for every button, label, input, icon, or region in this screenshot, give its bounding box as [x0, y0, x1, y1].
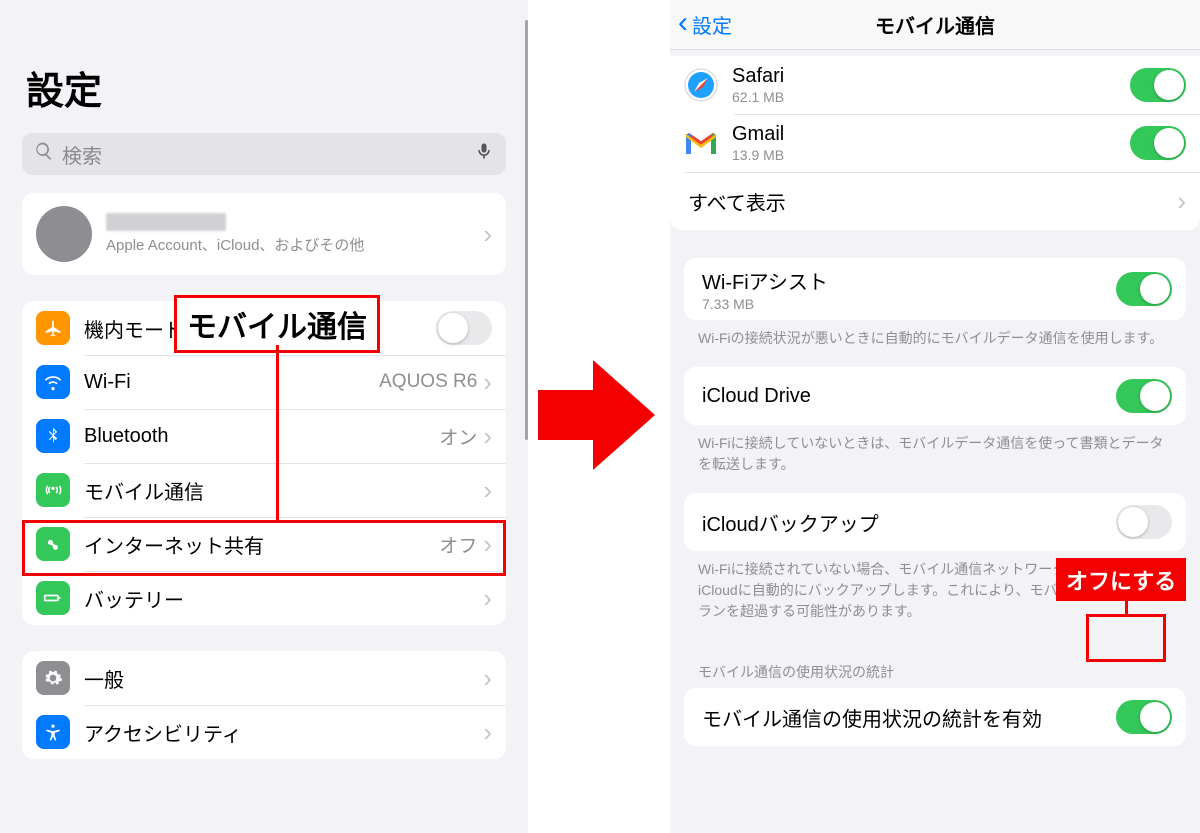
gmail-icon	[684, 126, 718, 160]
wifi-row[interactable]: Wi-Fi AQUOS R6 ›	[22, 355, 506, 409]
page-title: 設定	[0, 0, 528, 133]
antenna-icon	[36, 473, 70, 507]
safari-label: Safari	[732, 65, 784, 88]
stats-toggle[interactable]	[1116, 700, 1172, 734]
search-input[interactable]: 検索	[22, 133, 506, 175]
safari-icon	[684, 68, 718, 102]
app-gmail-row[interactable]: Gmail 13.9 MB	[670, 114, 1200, 172]
icloud-drive-label: iCloud Drive	[702, 385, 811, 408]
general-label: 一般	[84, 664, 124, 693]
guide-arrow	[538, 360, 656, 470]
back-button[interactable]: ‹ 設定	[678, 10, 732, 40]
airplane-icon	[36, 311, 70, 345]
back-label: 設定	[692, 10, 732, 39]
wifi-label: Wi-Fi	[84, 371, 131, 394]
bluetooth-label: Bluetooth	[84, 425, 169, 448]
bluetooth-value: オン	[439, 423, 477, 450]
wifi-assist-group: Wi-Fiアシスト 7.33 MB	[684, 258, 1186, 320]
gmail-label: Gmail	[732, 123, 784, 146]
detail-title: モバイル通信	[875, 10, 995, 39]
chevron-right-icon: ›	[483, 663, 492, 694]
icloud-drive-toggle[interactable]	[1116, 379, 1172, 413]
airplane-mode-row[interactable]: 機内モード	[22, 301, 506, 355]
network-group: 機内モード Wi-Fi AQUOS R6 › Bluetooth オン	[22, 301, 506, 625]
chevron-right-icon: ›	[483, 583, 492, 614]
safari-toggle[interactable]	[1130, 68, 1186, 102]
chevron-right-icon: ›	[1177, 186, 1186, 217]
icloud-drive-row[interactable]: iCloud Drive	[684, 367, 1186, 425]
cellular-detail-pane: ‹ 設定 モバイル通信 Safari 62.1 MB	[670, 0, 1200, 833]
icloud-drive-group: iCloud Drive	[684, 367, 1186, 425]
wifi-assist-label: Wi-Fiアシスト	[702, 266, 828, 295]
gmail-size: 13.9 MB	[732, 147, 784, 163]
icloud-drive-footer: Wi-Fiに接続していないときは、モバイルデータ通信を使って書類とデータを転送し…	[670, 425, 1200, 493]
wifi-icon	[36, 365, 70, 399]
wifi-assist-size: 7.33 MB	[702, 296, 828, 312]
general-group: 一般 › アクセシビリティ ›	[22, 651, 506, 759]
battery-row[interactable]: バッテリー ›	[22, 571, 506, 625]
icloud-backup-toggle[interactable]	[1116, 505, 1172, 539]
stats-enable-row[interactable]: モバイル通信の使用状況の統計を有効	[684, 688, 1186, 746]
bluetooth-icon	[36, 419, 70, 453]
hotspot-label: インターネット共有	[84, 530, 264, 559]
chevron-right-icon: ›	[483, 475, 492, 506]
hotspot-icon	[36, 527, 70, 561]
airplane-label: 機内モード	[84, 314, 184, 343]
icloud-backup-label: iCloudバックアップ	[702, 508, 879, 537]
icloud-backup-row[interactable]: iCloudバックアップ	[684, 493, 1186, 551]
general-row[interactable]: 一般 ›	[22, 651, 506, 705]
wifi-assist-row[interactable]: Wi-Fiアシスト 7.33 MB	[684, 258, 1186, 320]
app-usage-group: Safari 62.1 MB Gmail 13.9 MB	[670, 56, 1200, 230]
bluetooth-row[interactable]: Bluetooth オン ›	[22, 409, 506, 463]
search-icon	[34, 141, 54, 167]
safari-size: 62.1 MB	[732, 89, 784, 105]
wifi-value: AQUOS R6	[379, 371, 477, 393]
avatar	[36, 206, 92, 262]
navbar: ‹ 設定 モバイル通信	[670, 0, 1200, 50]
app-safari-row[interactable]: Safari 62.1 MB	[670, 56, 1200, 114]
icloud-backup-group: iCloudバックアップ	[684, 493, 1186, 551]
chevron-right-icon: ›	[483, 219, 492, 250]
chevron-left-icon: ‹	[678, 8, 688, 38]
battery-label: バッテリー	[84, 584, 184, 613]
icloud-backup-footer: Wi-Fiに接続されていない場合、モバイル通信ネットワークを使用してiCloud…	[670, 551, 1200, 640]
show-all-row[interactable]: すべて表示 ›	[670, 172, 1200, 230]
cellular-row[interactable]: モバイル通信 ›	[22, 463, 506, 517]
show-all-label: すべて表示	[688, 187, 786, 216]
accessibility-label: アクセシビリティ	[84, 718, 242, 747]
account-name-redacted	[106, 213, 226, 231]
gear-icon	[36, 661, 70, 695]
search-placeholder: 検索	[62, 140, 466, 169]
chevron-right-icon: ›	[483, 717, 492, 748]
hotspot-row[interactable]: インターネット共有 オフ ›	[22, 517, 506, 571]
hotspot-value: オフ	[439, 531, 477, 558]
stats-header: モバイル通信の使用状況の統計	[670, 640, 1200, 688]
chevron-right-icon: ›	[483, 529, 492, 560]
microphone-icon[interactable]	[474, 141, 494, 167]
account-subtitle: Apple Account、iCloud、およびその他	[106, 234, 364, 255]
gmail-toggle[interactable]	[1130, 126, 1186, 160]
chevron-right-icon: ›	[483, 421, 492, 452]
accessibility-icon	[36, 715, 70, 749]
cellular-label: モバイル通信	[84, 476, 204, 505]
battery-icon	[36, 581, 70, 615]
wifi-assist-toggle[interactable]	[1116, 272, 1172, 306]
airplane-toggle[interactable]	[436, 311, 492, 345]
settings-root-pane: 設定 検索 Apple Account、iCloud、およびその他 ›	[0, 0, 528, 833]
stats-group: モバイル通信の使用状況の統計を有効	[684, 688, 1186, 746]
stats-label: モバイル通信の使用状況の統計を有効	[702, 703, 1042, 732]
account-group: Apple Account、iCloud、およびその他 ›	[22, 193, 506, 275]
scrollbar[interactable]	[525, 20, 528, 440]
chevron-right-icon: ›	[483, 367, 492, 398]
wifi-assist-footer: Wi-Fiの接続状況が悪いときに自動的にモバイルデータ通信を使用します。	[670, 320, 1200, 367]
account-row[interactable]: Apple Account、iCloud、およびその他 ›	[22, 193, 506, 275]
accessibility-row[interactable]: アクセシビリティ ›	[22, 705, 506, 759]
